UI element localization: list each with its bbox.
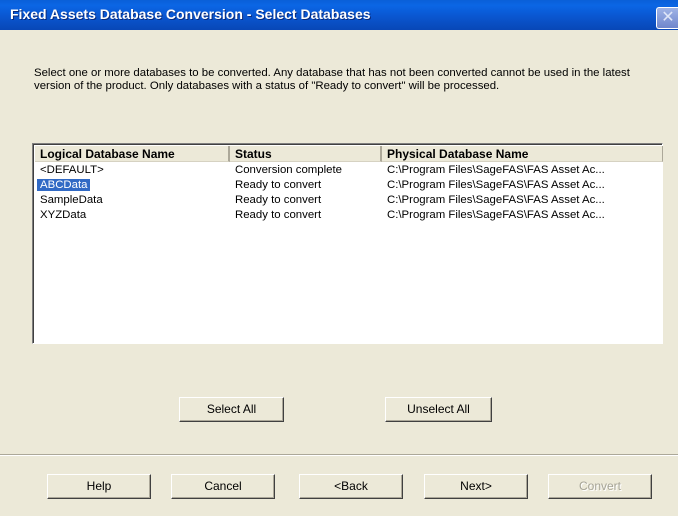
row-status: Ready to convert (235, 194, 322, 206)
row-logical-name: SampleData (40, 194, 103, 206)
row-status: Conversion complete (235, 164, 342, 176)
title-bar[interactable]: Fixed Assets Database Conversion - Selec… (0, 0, 678, 30)
list-header: Logical Database Name Status Physical Da… (35, 146, 663, 162)
column-header-physical-name[interactable]: Physical Database Name (382, 146, 663, 162)
instructions-text: Select one or more databases to be conve… (34, 67, 630, 92)
convert-button[interactable]: Convert (548, 474, 652, 499)
row-physical-name: C:\Program Files\SageFAS\FAS Asset Ac... (387, 194, 605, 206)
list-row-selected[interactable]: ABCData Ready to convert C:\Program File… (35, 178, 663, 193)
footer-separator (0, 454, 678, 456)
list-row[interactable]: XYZData Ready to convert C:\Program File… (35, 208, 663, 223)
row-physical-name: C:\Program Files\SageFAS\FAS Asset Ac... (387, 164, 605, 176)
next-button[interactable]: Next> (424, 474, 528, 499)
row-status: Ready to convert (235, 179, 322, 191)
back-button[interactable]: <Back (299, 474, 403, 499)
window-title: Fixed Assets Database Conversion - Selec… (10, 6, 371, 22)
cancel-button[interactable]: Cancel (171, 474, 275, 499)
database-list[interactable]: Logical Database Name Status Physical Da… (32, 143, 663, 344)
column-header-logical-name[interactable]: Logical Database Name (35, 146, 230, 162)
row-physical-name: C:\Program Files\SageFAS\FAS Asset Ac... (387, 179, 605, 191)
select-all-button[interactable]: Select All (179, 397, 284, 422)
row-logical-name: ABCData (37, 179, 91, 191)
column-header-status[interactable]: Status (230, 146, 382, 162)
row-logical-name: <DEFAULT> (40, 164, 104, 176)
row-logical-name: XYZData (40, 209, 87, 221)
list-row[interactable]: <DEFAULT> Conversion complete C:\Program… (35, 163, 663, 178)
close-icon[interactable]: ✕ (656, 7, 678, 29)
row-physical-name: C:\Program Files\SageFAS\FAS Asset Ac... (387, 209, 605, 221)
list-row[interactable]: SampleData Ready to convert C:\Program F… (35, 193, 663, 208)
row-status: Ready to convert (235, 209, 322, 221)
help-button[interactable]: Help (47, 474, 151, 499)
unselect-all-button[interactable]: Unselect All (385, 397, 492, 422)
